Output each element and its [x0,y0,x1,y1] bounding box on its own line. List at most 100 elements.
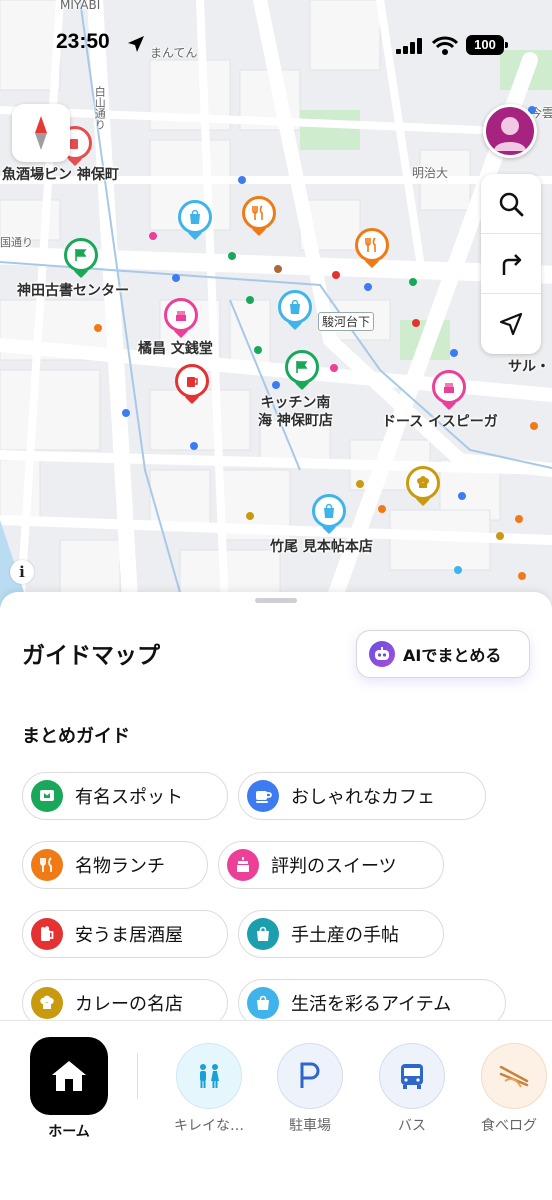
tab-bus[interactable] [379,1043,445,1109]
poi-dot[interactable] [378,505,386,513]
ai-summarize-label: AIでまとめる [403,646,502,665]
turn-right-arrow-icon [502,253,522,275]
poi-dot[interactable] [228,252,236,260]
chip-label: 有名スポット [75,787,183,808]
sweets-pin-2[interactable] [432,370,466,412]
sheet-grabber[interactable] [255,598,297,603]
guide-sheet: ガイドマップ AIでまとめる まとめガイド 有名スポット おしゃれなカフェ 名物… [0,592,552,1027]
parking-icon [300,1062,320,1088]
map-view[interactable]: MIYABI まんてん 白山通り 明治大 国通り 今雲 魚酒場ピン 神保町 神田… [0,0,552,610]
poi-dot[interactable] [330,364,338,372]
bus-icon [401,1064,423,1089]
tab-tabelog[interactable] [481,1043,547,1109]
beer-icon [187,377,198,387]
spot-pin[interactable] [64,238,98,280]
poi-dot[interactable] [274,265,282,273]
spot-pin-2[interactable] [285,350,319,392]
poi-dot[interactable] [246,296,254,304]
shopping-pin-2[interactable] [278,290,312,332]
poi-dot[interactable] [190,442,198,450]
poi-dot[interactable] [530,422,538,430]
current-location-button[interactable] [481,294,541,354]
poi-dot[interactable] [496,532,504,540]
map-info-button[interactable]: i [10,560,34,584]
compass-button[interactable] [12,104,70,162]
chip-label: おしゃれなカフェ [291,787,435,808]
cake-icon [227,849,259,881]
poi-dot[interactable] [149,232,157,240]
cellular-signal-icon [396,38,422,54]
ai-summarize-button[interactable]: AIでまとめる [356,630,530,678]
tab-restroom-label: キレイな… [174,1118,244,1134]
poi-dot[interactable] [458,492,466,500]
chip-label: カレーの名店 [75,994,183,1015]
station-label-surugadaishita[interactable]: 駿河台下 [318,312,375,331]
chip-famous-spots[interactable]: 有名スポット [22,772,228,820]
lunch-pin-2[interactable] [355,228,389,270]
home-label: ホーム [48,1124,90,1140]
flag-icon [75,249,87,261]
poi-dot[interactable] [172,274,180,282]
chip-popular-sweets[interactable]: 評判のスイーツ [218,841,444,889]
chip-cheap-izakaya[interactable]: 安うま居酒屋 [22,910,228,958]
map-label-doors[interactable]: ドース イスピーガ [382,413,498,431]
poi-dot[interactable] [356,480,364,488]
poi-dot[interactable] [515,515,523,523]
status-bar: 23:50 100 [0,30,552,62]
chip-souvenirs[interactable]: 手土産の手帖 [238,910,444,958]
map-label-kitchen-minami[interactable]: キッチン南 海 神保町店 [258,394,333,430]
location-arrow-icon [128,36,144,52]
tab-restroom[interactable] [176,1043,242,1109]
map-label-kitsuhou[interactable]: 橘昌 文銭堂 [138,340,213,358]
chopsticks-icon [499,1065,529,1088]
sweets-pin[interactable] [164,298,198,340]
shopping-pin[interactable] [178,200,212,242]
map-label-sal[interactable]: サル・ [508,358,550,376]
poi-dot[interactable] [450,349,458,357]
map-base [0,0,552,610]
poi-dot[interactable] [364,283,372,291]
poi-dot[interactable] [238,176,246,184]
search-button[interactable] [481,174,541,234]
poi-dot[interactable] [94,324,102,332]
beer-icon [31,918,63,950]
poi-dot[interactable] [332,271,340,279]
lunch-pin[interactable] [242,196,276,238]
map-label-kuni-dori: 国通り [0,236,33,249]
tab-divider [137,1053,138,1099]
shopping-bag-icon [324,503,334,518]
poi-dot[interactable] [272,381,280,389]
tab-parking[interactable] [277,1043,343,1109]
shopping-pin-3[interactable] [312,494,346,536]
map-label-kanda-koshoten[interactable]: 神田古書センター [17,282,129,300]
route-button[interactable] [481,234,541,294]
fork-knife-icon [31,849,63,881]
curry-pin[interactable] [406,466,440,508]
poi-dot[interactable] [246,512,254,520]
tab-bus-label: バス [398,1118,426,1134]
map-label-takeo[interactable]: 竹尾 見本帖本店 [270,538,373,556]
chip-label: 安うま居酒屋 [75,925,183,946]
poi-dot[interactable] [254,346,262,354]
poi-dot[interactable] [409,278,417,286]
restroom-icon [200,1064,219,1088]
cake-icon [444,383,454,393]
shopping-bag-icon [247,987,279,1019]
poi-dot[interactable] [412,319,420,327]
fork-knife-icon [365,237,376,252]
map-label-uoshuba[interactable]: 魚酒場ピン 神保町 [2,166,119,184]
poi-dot[interactable] [122,409,130,417]
izakaya-pin[interactable] [175,364,209,406]
chip-local-lunch[interactable]: 名物ランチ [22,841,208,889]
chip-label: 評判のスイーツ [271,856,397,877]
chip-stylish-cafe[interactable]: おしゃれなカフェ [238,772,486,820]
user-icon [494,117,526,151]
chef-hat-icon [417,476,429,488]
poi-dot[interactable] [518,572,526,580]
home-button[interactable] [30,1037,108,1115]
poi-dot[interactable] [454,566,462,574]
chip-label: 名物ランチ [75,856,165,877]
shopping-bag-icon [190,209,200,224]
avatar[interactable] [483,104,537,158]
chef-hat-icon [31,987,63,1019]
